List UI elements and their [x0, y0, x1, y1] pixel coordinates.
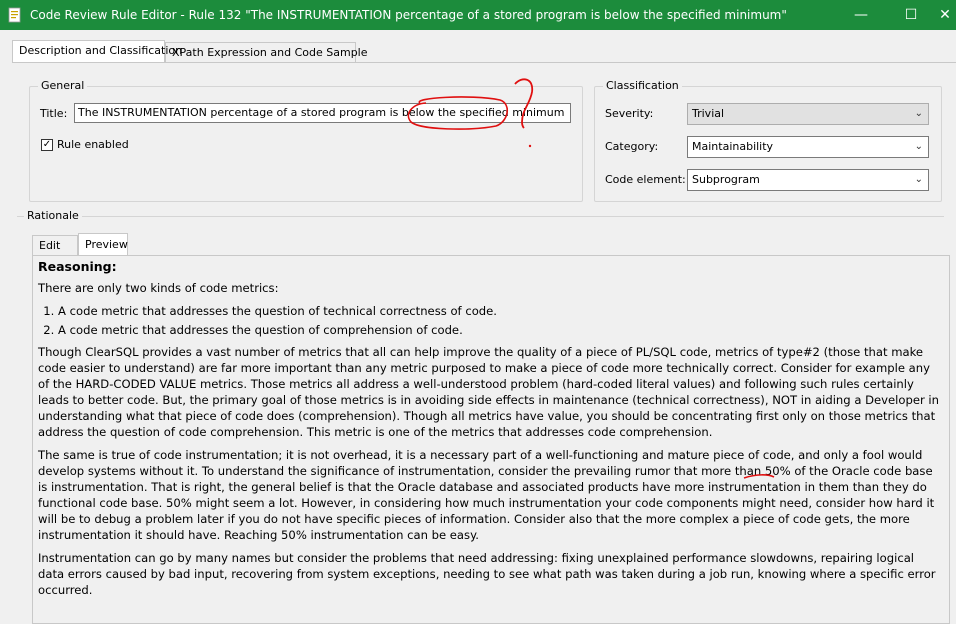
- chevron-down-icon: ⌄: [914, 141, 923, 152]
- preview-content: Reasoning: There are only two kinds of c…: [38, 259, 943, 605]
- tab-edit[interactable]: Edit: [32, 235, 78, 255]
- code-element-label: Code element:: [605, 173, 686, 186]
- code-element-select[interactable]: Subprogram ⌄: [687, 169, 929, 191]
- list-item: A code metric that addresses the questio…: [58, 303, 943, 319]
- category-value: Maintainability: [692, 140, 774, 153]
- reasoning-heading: Reasoning:: [38, 259, 117, 274]
- minimize-button[interactable]: —: [838, 0, 884, 30]
- paragraph: The same is true of code instrumentation…: [38, 448, 935, 542]
- severity-label: Severity:: [605, 107, 654, 120]
- chevron-down-icon: ⌄: [914, 174, 923, 185]
- general-group: General Title: The INSTRUMENTATION perce…: [29, 79, 583, 202]
- title-input[interactable]: The INSTRUMENTATION percentage of a stor…: [74, 103, 571, 123]
- code-element-value: Subprogram: [692, 173, 760, 186]
- rule-enabled-checkbox[interactable]: ✓: [41, 139, 53, 151]
- classification-legend: Classification: [603, 79, 682, 92]
- rule-enabled-label: Rule enabled: [57, 138, 129, 151]
- window-title: Code Review Rule Editor - Rule 132 "The …: [30, 8, 787, 22]
- tab-description-classification[interactable]: Description and Classification: [12, 40, 182, 62]
- app-icon: [8, 7, 21, 23]
- intro-text: There are only two kinds of code metrics…: [38, 281, 279, 295]
- rationale-legend: Rationale: [24, 209, 82, 222]
- maximize-button[interactable]: ☐: [888, 0, 934, 30]
- close-button[interactable]: ✕: [934, 0, 956, 30]
- list-item: A code metric that addresses the questio…: [58, 322, 943, 338]
- chevron-down-icon: ⌄: [914, 108, 923, 119]
- paragraph: Though ClearSQL provides a vast number o…: [38, 345, 939, 439]
- category-label: Category:: [605, 140, 659, 153]
- tab-preview[interactable]: Preview: [78, 233, 128, 255]
- title-bar: Code Review Rule Editor - Rule 132 "The …: [0, 0, 956, 30]
- severity-value: Trivial: [692, 107, 725, 120]
- rationale-preview[interactable]: Reasoning: There are only two kinds of c…: [32, 255, 950, 624]
- metrics-list: A code metric that addresses the questio…: [38, 303, 943, 338]
- general-legend: General: [38, 79, 88, 92]
- category-select[interactable]: Maintainability ⌄: [687, 136, 929, 158]
- severity-select[interactable]: Trivial ⌄: [687, 103, 929, 125]
- title-label: Title:: [40, 107, 68, 120]
- paragraph: Instrumentation can go by many names but…: [38, 551, 936, 597]
- classification-group: Classification Severity: Trivial ⌄ Categ…: [594, 79, 942, 202]
- tab-xpath-expression[interactable]: XPath Expression and Code Sample: [165, 42, 368, 62]
- description-tab-panel: General Title: The INSTRUMENTATION perce…: [12, 62, 956, 624]
- rationale-divider: [17, 216, 944, 217]
